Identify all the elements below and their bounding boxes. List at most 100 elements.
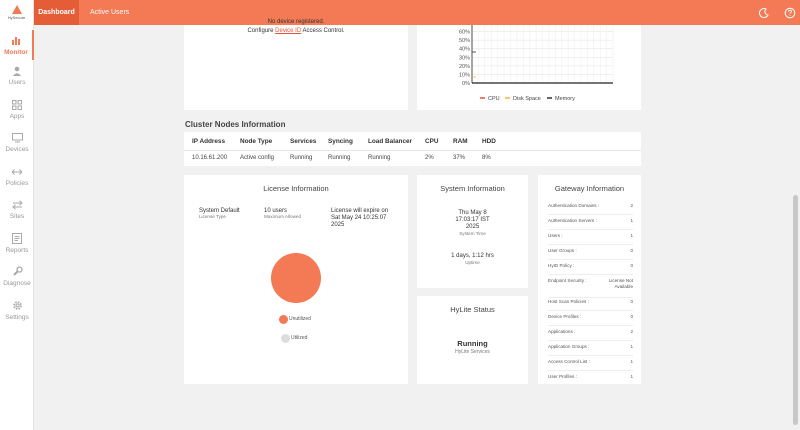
gateway-row: Authentication Domains : 2 bbox=[548, 201, 633, 215]
hylite-status-value: Running bbox=[457, 339, 488, 348]
gateway-key: Device Profiles : bbox=[548, 314, 582, 319]
expiry-line-1: License will expire on bbox=[331, 208, 389, 214]
gateway-row: Device Profiles : 0 bbox=[548, 312, 633, 326]
gateway-value: 0 bbox=[630, 263, 633, 268]
sidebar-item-reports[interactable]: Reports bbox=[0, 228, 34, 258]
table-cell: Running bbox=[368, 155, 391, 161]
system-card: System Information Thu May 8 17:03:17 IS… bbox=[417, 175, 528, 288]
sidebar-item-label: Users bbox=[8, 78, 26, 86]
hylite-title: HyLite Status bbox=[450, 305, 495, 314]
gateway-value: 2 bbox=[630, 203, 633, 208]
sidebar-item-label: Apps bbox=[9, 112, 25, 120]
gateway-value: 1 bbox=[630, 374, 633, 379]
sidebar-item-apps[interactable]: Apps bbox=[0, 94, 34, 124]
hylite-services-label: HyLite Services bbox=[455, 349, 490, 355]
table-cell: Active config bbox=[240, 155, 275, 161]
gateway-key: Host Scan Policies : bbox=[548, 299, 589, 304]
sidebar-item-label: Monitor bbox=[4, 48, 28, 56]
theme-toggle-icon[interactable] bbox=[758, 6, 770, 19]
sidebar-item-monitor[interactable]: Monitor bbox=[0, 30, 34, 60]
legend-unutilized-dot[interactable] bbox=[279, 315, 288, 324]
cluster-table: IP Address Node Type Services Syncing Lo… bbox=[184, 132, 641, 166]
no-device-text: No device registered. bbox=[267, 19, 325, 25]
sidebar-item-label: Settings bbox=[5, 313, 29, 321]
sidebar-item-sites[interactable]: Sites bbox=[0, 194, 34, 224]
scrollbar-thumb[interactable] bbox=[793, 195, 798, 425]
gateway-row: User Groups : 0 bbox=[548, 246, 633, 260]
help-icon[interactable] bbox=[784, 6, 796, 19]
arrows-icon bbox=[10, 166, 24, 178]
cluster-title: Cluster Nodes Information bbox=[185, 120, 286, 129]
legend-utilized-label: Utilized bbox=[291, 335, 308, 341]
tab-active-users[interactable]: Active Users bbox=[90, 0, 129, 25]
gateway-row: User Profiles : 1 bbox=[548, 372, 633, 386]
system-title: System Information bbox=[440, 184, 505, 193]
gateway-value: 0 bbox=[630, 248, 633, 253]
configure-suffix: Access Control. bbox=[301, 28, 345, 34]
gateway-value: 1 bbox=[630, 218, 633, 223]
column-header: CPU bbox=[425, 138, 439, 145]
sidebar-item-diagnose[interactable]: Diagnose bbox=[0, 261, 34, 291]
gateway-value: 0 bbox=[630, 299, 633, 304]
app-logo[interactable]: HySecure bbox=[0, 0, 33, 25]
license-card: License Information System Default Licen… bbox=[184, 175, 408, 384]
device-id-link[interactable]: Device ID bbox=[275, 28, 301, 34]
column-header: Load Balancer bbox=[368, 138, 413, 145]
resource-chart-card: 70% 60% 50% 40% 30% 20% 10% 0% CPU Disk Space Memo… bbox=[417, 21, 641, 110]
column-header: IP Address bbox=[192, 138, 226, 145]
chart-legend-label: CPU bbox=[488, 96, 500, 102]
grid-icon bbox=[10, 99, 24, 111]
sidebar-item-label: Sites bbox=[9, 212, 25, 220]
sidebar-item-devices[interactable]: Devices bbox=[0, 127, 34, 157]
gateway-row: Access Control List : 1 bbox=[548, 357, 633, 371]
license-pie-chart bbox=[271, 253, 321, 303]
chart-y-tick-label: 40% bbox=[459, 47, 470, 53]
chart-y-tick-label: 10% bbox=[459, 72, 470, 78]
license-type-label: License Type bbox=[199, 214, 226, 219]
tab-dashboard[interactable]: Dashboard bbox=[34, 0, 79, 25]
gateway-value: 0 bbox=[630, 314, 633, 319]
license-title: License Information bbox=[263, 184, 329, 193]
gateway-value: 1 bbox=[630, 359, 633, 364]
resource-usage-chart: 70% 60% 50% 40% 30% 20% 10% 0% CPU Disk Space Memo… bbox=[459, 21, 614, 102]
gateway-row: Application Groups : 1 bbox=[548, 342, 633, 356]
table-cell: Running bbox=[328, 155, 351, 161]
column-header: HDD bbox=[482, 138, 496, 145]
table-cell: 8% bbox=[482, 155, 491, 161]
sidebar-item-policies[interactable]: Policies bbox=[0, 161, 34, 191]
gateway-row: Endpoint Security : License Not Available bbox=[548, 276, 633, 298]
sidebar-item-settings[interactable]: Settings bbox=[0, 295, 34, 325]
configure-prefix: Configure bbox=[247, 28, 276, 34]
expiry-line-3: 2025 bbox=[331, 222, 345, 228]
table-divider bbox=[184, 150, 641, 151]
system-time-line-1: Thu May 8 bbox=[458, 210, 487, 216]
device-card: No device registered. Configure Device I… bbox=[184, 19, 408, 110]
legend-utilized-dot[interactable] bbox=[281, 334, 290, 343]
pie-slice-unutilized bbox=[271, 253, 321, 303]
bar-chart-icon bbox=[9, 35, 23, 47]
gateway-value: 2 bbox=[630, 329, 633, 334]
gateway-row: Host Scan Policies : 0 bbox=[548, 297, 633, 311]
logo-text: HySecure bbox=[7, 15, 26, 20]
sidebar-item-label: Devices bbox=[5, 145, 29, 153]
gateway-key: Access Control List : bbox=[548, 359, 590, 364]
system-time-line-3: 2025 bbox=[465, 224, 480, 230]
chart-y-tick-label: 20% bbox=[459, 64, 470, 70]
gateway-card: Gateway Information Authentication Domai… bbox=[538, 175, 641, 384]
report-icon bbox=[10, 233, 24, 245]
gateway-key: Application Groups : bbox=[548, 344, 590, 349]
column-header: Syncing bbox=[328, 138, 353, 145]
system-time-label: System Time bbox=[459, 231, 486, 236]
chart-y-tick-label: 50% bbox=[459, 38, 470, 44]
exchange-icon bbox=[10, 199, 24, 211]
logo-mark-icon bbox=[11, 5, 22, 14]
gateway-row: Applications : 2 bbox=[548, 327, 633, 341]
sidebar-item-users[interactable]: Users bbox=[0, 60, 34, 90]
chart-legend-label: Disk Space bbox=[513, 96, 541, 102]
gateway-value: 1 bbox=[630, 344, 633, 349]
gateway-key: Applications : bbox=[548, 329, 576, 334]
wrench-icon bbox=[10, 266, 24, 278]
gear-icon bbox=[10, 300, 24, 312]
gateway-row: Authentication Servers : 1 bbox=[548, 216, 633, 230]
gateway-title: Gateway Information bbox=[554, 184, 625, 193]
